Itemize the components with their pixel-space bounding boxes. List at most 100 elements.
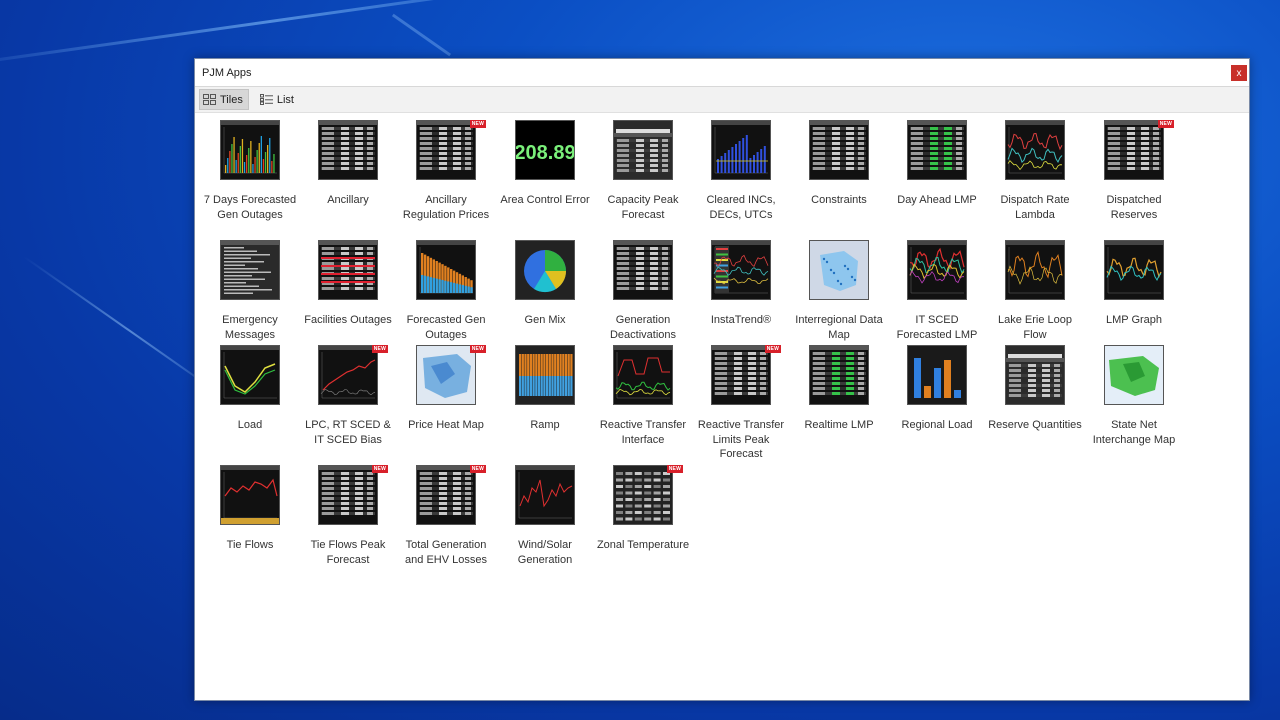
pjm-apps-window: PJM Apps x Tiles List 7 Days Forecasted … <box>194 58 1250 701</box>
app-tile[interactable]: Cleared INCs, DECs, UTCs <box>693 120 789 222</box>
app-tile-grid: 7 Days Forecasted Gen Outages Ancillary NE… <box>195 112 1249 700</box>
app-tile-label: Ramp <box>530 419 560 431</box>
title-bar: PJM Apps x <box>195 59 1249 87</box>
app-tile-label: Lake Erie Loop Flow <box>998 314 1072 341</box>
app-tile[interactable]: Emergency Messages <box>202 240 298 342</box>
app-tile[interactable]: LMP Graph <box>1086 240 1182 328</box>
app-thumbnail-icon: 208.89 <box>515 120 575 180</box>
app-tile[interactable]: Reactive Transfer Interface <box>595 345 691 447</box>
app-thumbnail-icon: NEW <box>318 345 388 405</box>
app-thumbnail-icon <box>416 240 476 300</box>
app-tile-label: 7 Days Forecasted Gen Outages <box>203 194 297 221</box>
app-tile[interactable]: Interregional Data Map <box>791 240 887 342</box>
app-tile-label: Price Heat Map <box>408 419 484 431</box>
app-tile-label: LPC, RT SCED & IT SCED Bias <box>305 419 391 446</box>
app-thumbnail-icon: NEW <box>613 465 683 525</box>
app-tile-label: Interregional Data Map <box>795 314 883 341</box>
app-thumbnail-icon <box>907 240 967 300</box>
app-tile[interactable]: NEW Dispatched Reserves <box>1086 120 1182 222</box>
app-thumbnail-icon <box>220 120 280 180</box>
app-tile[interactable]: Lake Erie Loop Flow <box>987 240 1083 342</box>
app-tile[interactable]: Realtime LMP <box>791 345 887 433</box>
app-tile[interactable]: 208.89 Area Control Error <box>497 120 593 208</box>
app-tile[interactable]: Generation Deactivations <box>595 240 691 342</box>
view-toolbar: Tiles List <box>195 87 1249 113</box>
app-tile[interactable]: Forecasted Gen Outages <box>398 240 494 342</box>
app-thumbnail-icon <box>809 120 869 180</box>
app-tile[interactable]: Day Ahead LMP <box>889 120 985 208</box>
app-tile-label: Reserve Quantities <box>988 419 1082 431</box>
app-tile[interactable]: Load <box>202 345 298 433</box>
new-badge: NEW <box>1157 120 1174 128</box>
app-tile[interactable]: Ramp <box>497 345 593 433</box>
app-tile[interactable]: InstaTrend® <box>693 240 789 328</box>
app-thumbnail-icon: NEW <box>1104 120 1174 180</box>
app-tile[interactable]: NEW Tie Flows Peak Forecast <box>300 465 396 567</box>
app-thumbnail-icon <box>1005 120 1065 180</box>
app-tile[interactable]: Wind/Solar Generation <box>497 465 593 567</box>
app-tile-label: Cleared INCs, DECs, UTCs <box>706 194 776 221</box>
app-tile-label: Ancillary Regulation Prices <box>402 194 490 221</box>
app-tile[interactable]: 7 Days Forecasted Gen Outages <box>202 120 298 222</box>
app-tile-label: Ancillary <box>327 194 369 206</box>
app-tile[interactable]: Gen Mix <box>497 240 593 328</box>
app-tile[interactable]: NEW LPC, RT SCED & IT SCED Bias <box>300 345 396 447</box>
list-icon <box>259 94 273 105</box>
app-thumbnail-icon <box>1104 240 1164 300</box>
app-tile[interactable]: Tie Flows <box>202 465 298 553</box>
app-tile-label: Dispatched Reserves <box>1106 194 1162 221</box>
app-tile-label: Day Ahead LMP <box>897 194 977 206</box>
app-tile[interactable]: Reserve Quantities <box>987 345 1083 433</box>
app-tile[interactable]: Facilities Outages <box>300 240 396 328</box>
app-tile[interactable]: NEW Ancillary Regulation Prices <box>398 120 494 222</box>
app-thumbnail-icon <box>1104 345 1164 405</box>
app-tile-label: Zonal Temperature <box>596 539 690 551</box>
close-button[interactable]: x <box>1231 65 1247 81</box>
tiles-icon <box>203 94 216 105</box>
list-view-button[interactable]: List <box>257 90 299 109</box>
app-tile-label: Reactive Transfer Interface <box>599 419 687 446</box>
app-tile-label: State Net Interchange Map <box>1092 419 1176 446</box>
app-tile-label: Total Generation and EHV Losses <box>405 539 487 566</box>
wallpaper-streak <box>391 13 452 57</box>
new-badge: NEW <box>764 345 781 353</box>
app-thumbnail-icon <box>613 120 673 180</box>
app-tile[interactable]: Constraints <box>791 120 887 208</box>
app-tile[interactable]: Regional Load <box>889 345 985 433</box>
app-tile[interactable]: State Net Interchange Map <box>1086 345 1182 447</box>
app-tile[interactable]: NEW Price Heat Map <box>398 345 494 433</box>
app-thumbnail-icon <box>220 465 280 525</box>
app-thumbnail-icon <box>613 240 673 300</box>
app-thumbnail-icon: NEW <box>416 465 486 525</box>
app-tile-label: Wind/Solar Generation <box>517 539 573 566</box>
app-thumbnail-icon <box>220 345 280 405</box>
app-tile-label: Constraints <box>811 194 867 206</box>
app-thumbnail-icon <box>515 345 575 405</box>
app-thumbnail-icon: NEW <box>416 345 486 405</box>
app-thumbnail-icon <box>907 345 967 405</box>
app-thumbnail-icon <box>907 120 967 180</box>
tiles-view-button[interactable]: Tiles <box>199 89 249 110</box>
app-thumbnail-icon <box>711 120 771 180</box>
app-tile-label: Tie Flows <box>226 539 274 551</box>
app-tile[interactable]: NEW Zonal Temperature <box>595 465 691 553</box>
list-label: List <box>276 93 294 106</box>
app-tile[interactable]: IT SCED Forecasted LMP <box>889 240 985 342</box>
app-thumbnail-icon: NEW <box>711 345 781 405</box>
app-tile-label: Area Control Error <box>500 194 590 206</box>
app-tile[interactable]: NEW Reactive Transfer Limits Peak Forecas… <box>693 345 789 462</box>
app-thumbnail-icon: NEW <box>318 465 388 525</box>
new-badge: NEW <box>371 345 388 353</box>
app-tile[interactable]: NEW Total Generation and EHV Losses <box>398 465 494 567</box>
app-tile[interactable]: Dispatch Rate Lambda <box>987 120 1083 222</box>
app-tile-label: InstaTrend® <box>710 314 772 326</box>
app-tile-label: Forecasted Gen Outages <box>406 314 486 341</box>
app-tile-label: LMP Graph <box>1105 314 1163 326</box>
app-thumbnail-icon <box>1005 240 1065 300</box>
app-tile[interactable]: Capacity Peak Forecast <box>595 120 691 222</box>
app-thumbnail-icon <box>515 465 575 525</box>
app-tile-label: Emergency Messages <box>222 314 278 341</box>
window-title: PJM Apps <box>202 66 252 79</box>
app-tile[interactable]: Ancillary <box>300 120 396 208</box>
new-badge: NEW <box>371 465 388 473</box>
